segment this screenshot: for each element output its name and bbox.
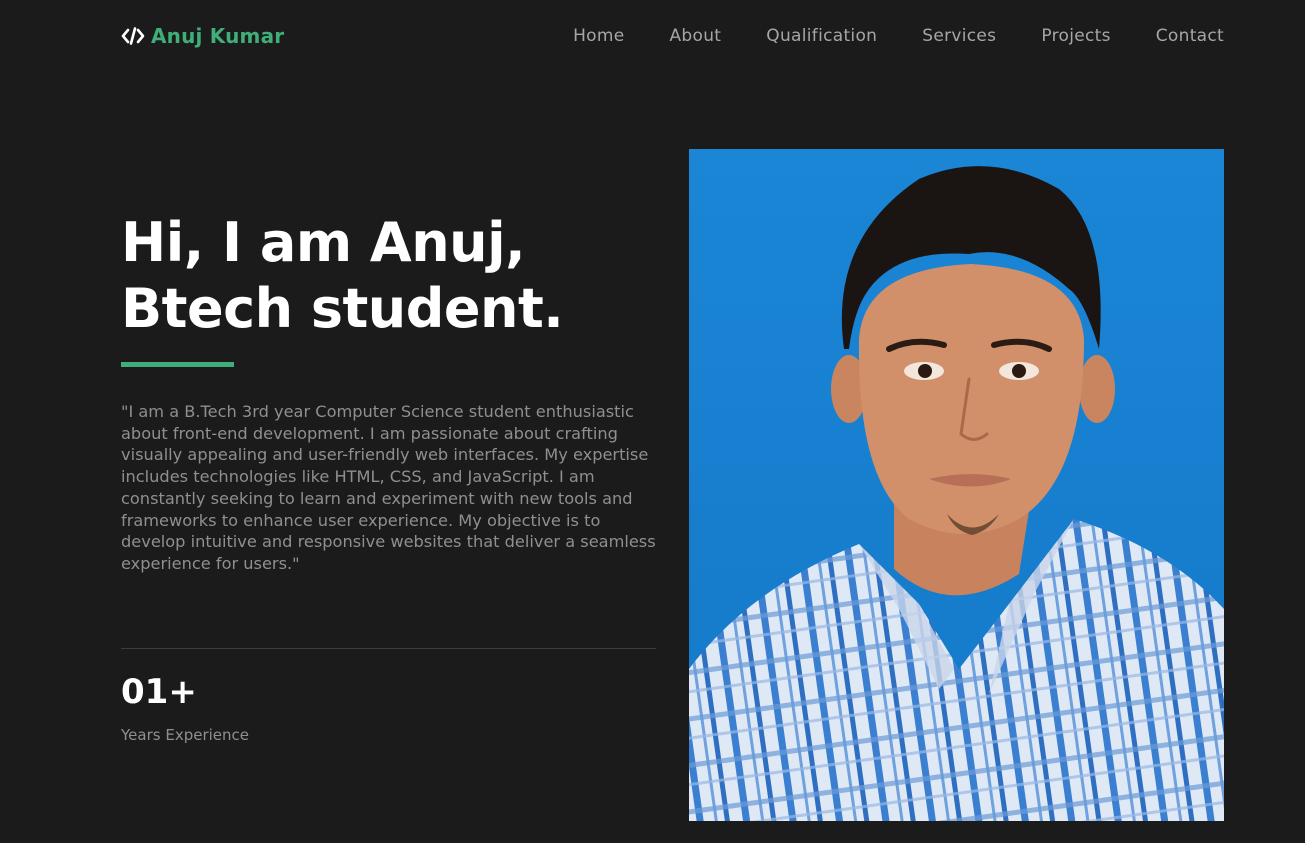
code-icon <box>121 27 145 45</box>
nav-contact[interactable]: Contact <box>1156 26 1224 46</box>
profile-photo-illustration <box>689 149 1224 821</box>
nav-projects[interactable]: Projects <box>1041 26 1110 46</box>
logo-text: Anuj Kumar <box>151 24 285 48</box>
nav-services[interactable]: Services <box>922 26 996 46</box>
experience-value: 01+ <box>121 672 197 712</box>
portfolio-page: Anuj Kumar Home About Qualification Serv… <box>0 0 1305 843</box>
profile-photo <box>689 149 1224 821</box>
experience-label: Years Experience <box>121 726 249 744</box>
main-nav: Home About Qualification Services Projec… <box>573 26 1224 46</box>
headline-line-1: Hi, I am Anuj, <box>121 211 526 274</box>
nav-qualification[interactable]: Qualification <box>766 26 877 46</box>
accent-underline <box>121 362 234 367</box>
nav-about[interactable]: About <box>670 26 722 46</box>
section-divider <box>121 648 656 649</box>
site-header: Anuj Kumar Home About Qualification Serv… <box>121 20 1224 52</box>
hero-intro: Hi, I am Anuj, Btech student. "I am a B.… <box>121 210 656 575</box>
headline-line-2: Btech student. <box>121 277 564 340</box>
nav-home[interactable]: Home <box>573 26 624 46</box>
hero-headline: Hi, I am Anuj, Btech student. <box>121 210 656 342</box>
logo[interactable]: Anuj Kumar <box>121 24 284 48</box>
bio-text: "I am a B.Tech 3rd year Computer Science… <box>121 402 656 573</box>
